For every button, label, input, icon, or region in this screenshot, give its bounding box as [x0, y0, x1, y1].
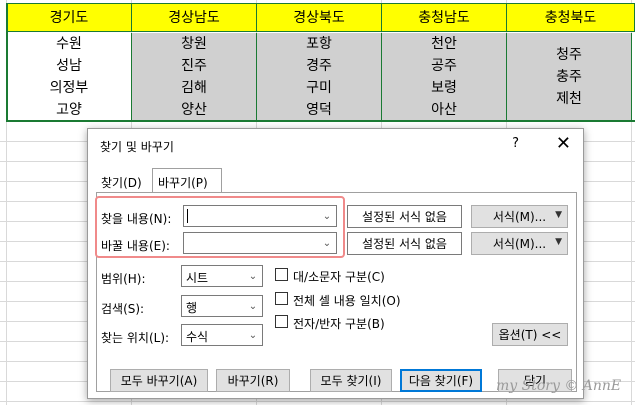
find-replace-dialog: 찾기 및 바꾸기 ? ✕ 찾기(D) 바꾸기(P) 찾을 내용(N): ⌄ 설정… — [87, 128, 584, 399]
cell-text: 영덕 — [306, 102, 332, 118]
cell-text: 천안 — [431, 36, 457, 52]
format-label: 서식(M)... — [492, 237, 547, 251]
header-cell[interactable]: 경상남도 — [132, 3, 257, 32]
replace-button[interactable]: 바꾸기(R) — [216, 369, 290, 392]
match-entire-checkbox[interactable] — [275, 292, 288, 305]
match-case-checkbox[interactable] — [275, 268, 288, 281]
match-case-label: 대/소문자 구분(C) — [293, 270, 385, 284]
dropdown-arrow-icon[interactable]: ▼ — [555, 237, 562, 247]
cell-text: 창원 — [181, 36, 207, 52]
data-cell[interactable]: 수원 성남 의정부 고양 — [7, 33, 132, 121]
cell-text: 김해 — [181, 80, 207, 96]
highlight-annotation — [95, 196, 345, 258]
data-cell[interactable]: 포항 경주 구미 영덕 — [257, 33, 382, 121]
cell-text: 성남 — [56, 58, 82, 74]
options-button[interactable]: 옵션(T) << — [492, 323, 568, 346]
header-cell[interactable]: 충청남도 — [382, 3, 507, 32]
match-byte-label: 전자/반자 구분(B) — [293, 317, 385, 331]
match-entire-label: 전체 셀 내용 일치(O) — [293, 294, 401, 308]
replace-all-button[interactable]: 모두 바꾸기(A) — [110, 369, 208, 392]
lookin-value: 수식 — [186, 330, 209, 344]
chevron-down-icon[interactable]: ⌄ — [244, 296, 262, 316]
cell-text: 청주 — [556, 47, 582, 63]
data-cell[interactable]: 창원 진주 김해 양산 — [132, 33, 257, 121]
tab-replace[interactable]: 바꾸기(P) — [152, 168, 222, 193]
cell-text: 수원 — [56, 36, 82, 52]
within-label: 범위(H): — [101, 272, 146, 286]
format-label: 서식(M)... — [492, 210, 547, 224]
watermark: my Story © AnnE — [496, 378, 622, 394]
find-all-button[interactable]: 모두 찾기(I) — [310, 369, 392, 392]
cell-text: 양산 — [181, 102, 207, 118]
help-button[interactable]: ? — [512, 136, 519, 151]
selection-border — [6, 120, 635, 122]
selection-border — [6, 3, 8, 122]
search-value: 행 — [186, 301, 198, 315]
grid-line — [0, 401, 635, 402]
cell-text: 보령 — [431, 80, 457, 96]
cell-text: 공주 — [431, 58, 457, 74]
cell-text: 경주 — [306, 58, 332, 74]
cell-text: 충주 — [556, 69, 582, 85]
find-format-button[interactable]: 서식(M)... ▼ — [471, 205, 568, 228]
chevron-down-icon[interactable]: ⌄ — [244, 325, 262, 345]
data-cell[interactable]: 천안 공주 보령 아산 — [382, 33, 507, 121]
cell-text: 포항 — [306, 36, 332, 52]
within-value: 시트 — [186, 271, 209, 285]
close-icon[interactable]: ✕ — [556, 133, 571, 154]
within-select[interactable]: 시트 ⌄ — [181, 265, 263, 287]
cell-text: 아산 — [431, 102, 457, 118]
cell-text: 진주 — [181, 58, 207, 74]
lookin-label: 찾는 위치(L): — [101, 331, 170, 345]
find-format-preview: 설정된 서식 없음 — [347, 205, 462, 228]
dropdown-arrow-icon[interactable]: ▼ — [555, 210, 562, 220]
replace-format-button[interactable]: 서식(M)... ▼ — [471, 232, 568, 255]
cell-text: 구미 — [306, 80, 332, 96]
find-next-button[interactable]: 다음 찾기(F) — [400, 369, 482, 392]
cell-text: 제천 — [556, 91, 582, 107]
cell-text: 고양 — [56, 102, 82, 118]
data-cell[interactable]: 청주 충주 제천 — [507, 33, 632, 121]
header-cell[interactable]: 경상북도 — [257, 3, 382, 32]
search-select[interactable]: 행 ⌄ — [181, 295, 263, 317]
cell-text: 의정부 — [49, 80, 89, 96]
lookin-select[interactable]: 수식 ⌄ — [181, 324, 263, 346]
tab-find[interactable]: 찾기(D) — [96, 170, 152, 192]
replace-format-preview: 설정된 서식 없음 — [347, 232, 462, 255]
chevron-down-icon[interactable]: ⌄ — [244, 266, 262, 286]
dialog-title: 찾기 및 바꾸기 — [100, 140, 174, 154]
header-cell[interactable]: 경기도 — [7, 3, 132, 32]
search-label: 검색(S): — [101, 302, 145, 316]
header-cell[interactable]: 충청북도 — [507, 3, 635, 32]
match-byte-checkbox[interactable] — [275, 315, 288, 328]
